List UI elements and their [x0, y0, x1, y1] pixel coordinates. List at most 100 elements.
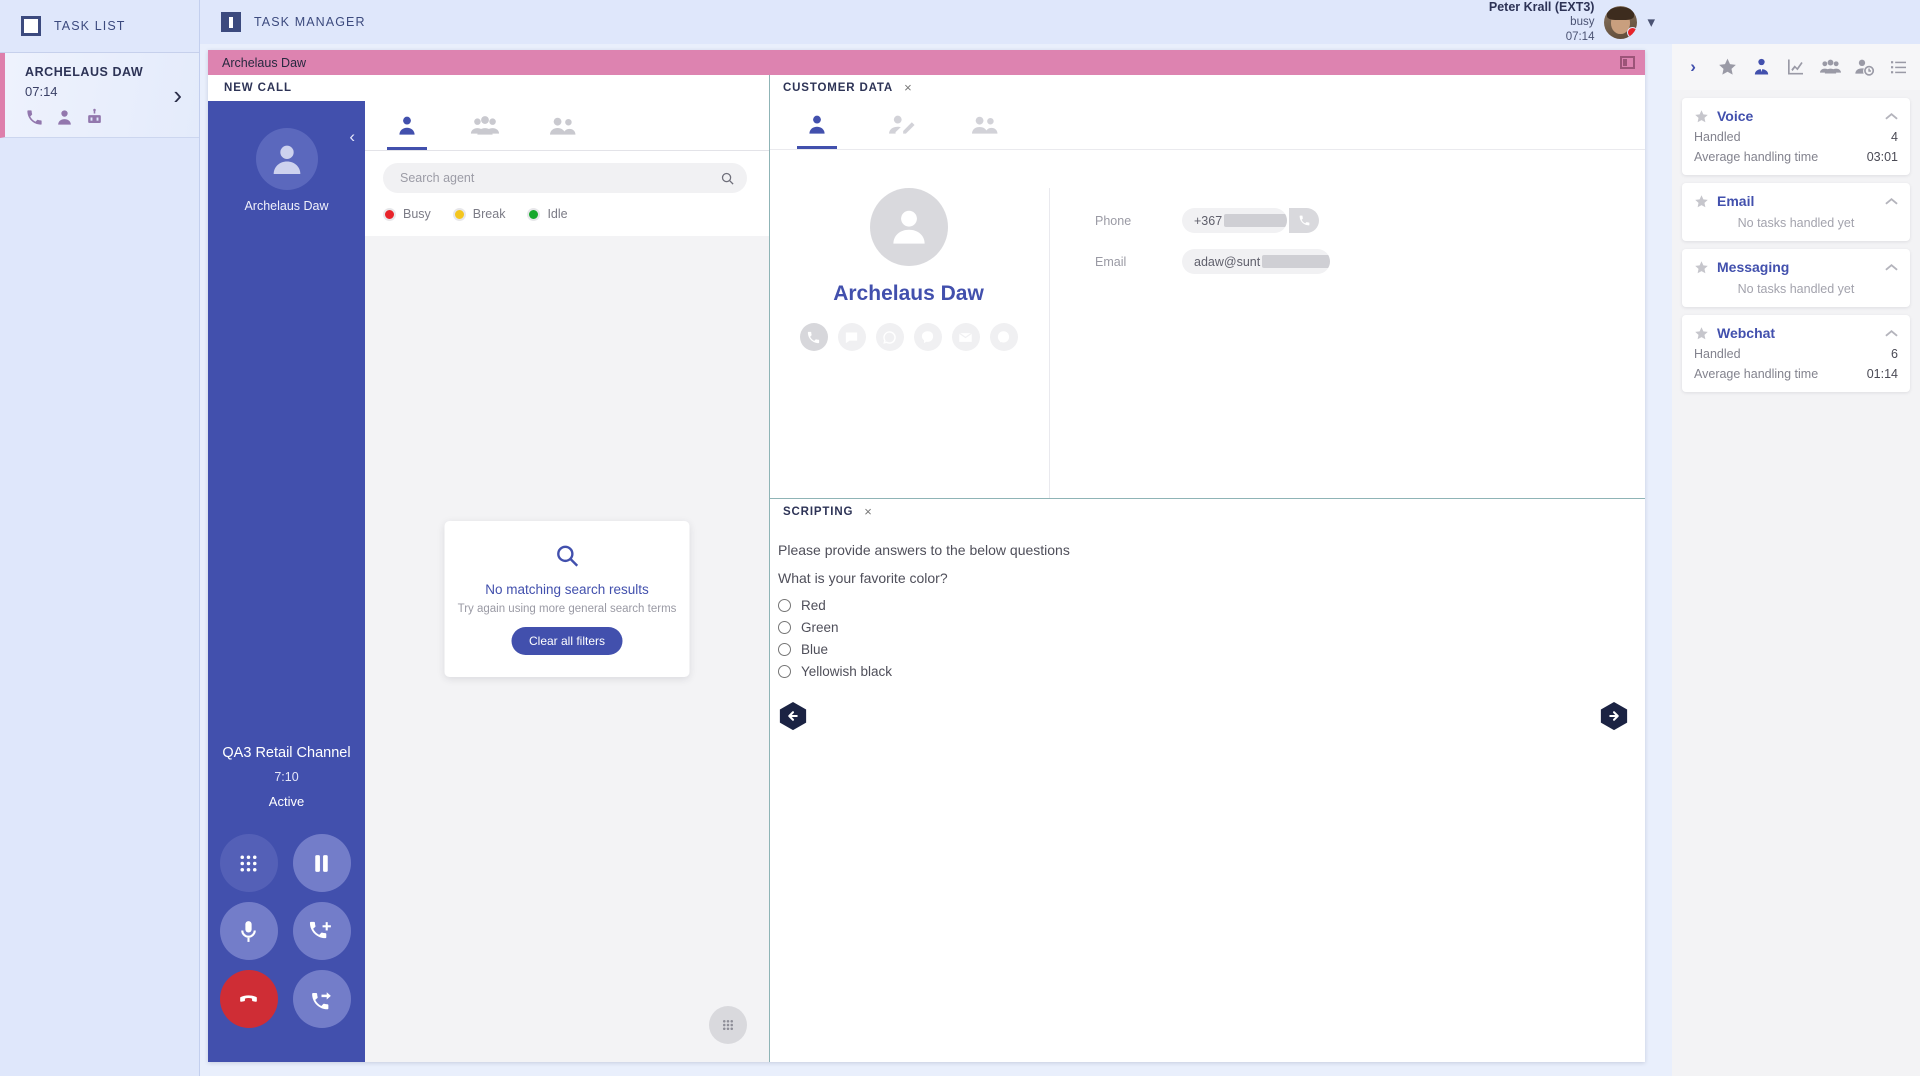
user-name: Peter Krall (EXT3): [1488, 0, 1595, 14]
empty-results-card: No matching search results Try again usi…: [444, 521, 690, 678]
call-timer: 7:10: [274, 770, 299, 784]
tab-teams[interactable]: [461, 101, 509, 150]
scripting-block: SCRIPTING × Please provide answers to th…: [770, 499, 1645, 1062]
tab-performance[interactable]: [1779, 44, 1813, 90]
aht-label: Average handling time: [1694, 150, 1819, 164]
handled-label: Handled: [1694, 347, 1741, 361]
task-item-expand-chevron-icon[interactable]: ›: [173, 82, 182, 108]
tab-customer-profile[interactable]: [795, 100, 839, 149]
stat-card-header: Voice: [1694, 108, 1898, 124]
radio-blue[interactable]: [778, 643, 791, 656]
email-channel-button[interactable]: [951, 323, 980, 351]
script-option-yellowish-black[interactable]: Yellowish black: [778, 664, 1645, 679]
script-option-blue[interactable]: Blue: [778, 642, 1645, 657]
star-icon[interactable]: [1694, 260, 1709, 275]
clear-all-filters-button[interactable]: Clear all filters: [511, 627, 623, 656]
call-phone-button[interactable]: [1289, 208, 1319, 233]
search-icon: [721, 172, 734, 185]
user-timer: 07:14: [1565, 30, 1595, 43]
more-options-button[interactable]: [709, 1006, 747, 1044]
chevron-up-icon[interactable]: [1885, 112, 1898, 121]
person-filled-icon: [809, 115, 825, 134]
script-question: What is your favorite color?: [778, 570, 948, 586]
task-list-item-archelaus-daw[interactable]: ARCHELAUS DAW 07:14 ›: [0, 53, 199, 138]
transfer-button[interactable]: [292, 970, 351, 1028]
call-info: QA3 Retail Channel 7:10 Active: [208, 745, 365, 809]
close-icon[interactable]: ×: [904, 80, 912, 95]
chevron-up-icon[interactable]: [1885, 263, 1898, 272]
stat-card-voice: Voice Handled 4 Average handling time 03…: [1682, 98, 1910, 175]
hangup-button[interactable]: [219, 970, 278, 1028]
dialpad-button[interactable]: [219, 834, 278, 892]
tab-my-stats[interactable]: [1745, 44, 1779, 90]
empty-title: No matching search results: [485, 582, 649, 598]
radio-yellowish-black[interactable]: [778, 665, 791, 678]
stat-empty-label: No tasks handled yet: [1737, 282, 1855, 296]
script-option-green[interactable]: Green: [778, 620, 1645, 635]
task-list-title: TASK LIST: [54, 19, 126, 33]
chevron-up-icon[interactable]: [1885, 329, 1898, 338]
tab-customer-related[interactable]: [963, 100, 1007, 149]
search-input[interactable]: [400, 171, 720, 185]
task-panel-titlebar: Archelaus Daw: [208, 50, 1645, 75]
customer-avatar: [869, 188, 948, 266]
hold-button[interactable]: [292, 834, 351, 892]
radio-red[interactable]: [778, 599, 791, 612]
script-next-button[interactable]: [1599, 701, 1629, 731]
avatar[interactable]: [1604, 5, 1638, 39]
stat-handled-row: Handled 4: [1694, 130, 1898, 144]
chat-channel-button[interactable]: [837, 323, 866, 351]
status-badge: [1627, 26, 1638, 38]
sidebar-top-spacer: [1672, 0, 1920, 44]
star-icon[interactable]: [1694, 109, 1709, 124]
customer-body: Archelaus Daw Phone +367 Email adaw@sunt: [770, 150, 1645, 498]
collapse-chevron-icon[interactable]: ‹: [349, 127, 355, 147]
star-icon[interactable]: [1694, 326, 1709, 341]
customer-data-block: CUSTOMER DATA × Archelaus Daw Phone +367…: [770, 75, 1645, 499]
star-icon[interactable]: [1694, 194, 1709, 209]
sidebar-expand-button[interactable]: ›: [1676, 44, 1710, 90]
arrow-left-hexagon-icon: [779, 701, 807, 731]
customer-tabs: [770, 100, 1645, 150]
two-people-icon: [550, 117, 576, 135]
person-edit-icon: [889, 115, 915, 134]
script-option-red[interactable]: Red: [778, 598, 1645, 613]
two-people-icon: [972, 116, 998, 134]
dialpad-icon: [240, 854, 257, 872]
work-area: Archelaus Daw NEW CALL ‹ Archelaus Daw Q…: [200, 44, 1672, 1076]
whatsapp-channel-button[interactable]: [875, 323, 904, 351]
new-call-label: NEW CALL: [208, 75, 769, 101]
chevron-up-icon[interactable]: [1885, 197, 1898, 206]
legend-item-busy: Busy: [383, 207, 431, 221]
tab-agent-history[interactable]: [1847, 44, 1881, 90]
group-icon: [1819, 59, 1841, 74]
add-call-button[interactable]: [292, 902, 351, 960]
chevron-down-icon[interactable]: ▾: [1647, 13, 1655, 31]
tab-favorites[interactable]: [1710, 44, 1744, 90]
option-label: Red: [801, 598, 826, 613]
call-channel-button[interactable]: [799, 323, 828, 351]
script-previous-button[interactable]: [778, 701, 808, 731]
tab-customer-edit[interactable]: [879, 100, 923, 149]
messenger-channel-button[interactable]: [989, 323, 1018, 351]
agent-results: No matching search results Try again usi…: [365, 236, 769, 1062]
status-legend: Busy Break Idle: [365, 193, 769, 236]
stat-aht-row: Average handling time 03:01: [1694, 150, 1898, 164]
stats-list: Voice Handled 4 Average handling time 03…: [1672, 90, 1920, 392]
tab-activity-list[interactable]: [1882, 44, 1916, 90]
layout-toggle-icon[interactable]: [1620, 56, 1635, 69]
email-value: adaw@sunt: [1182, 249, 1330, 274]
radio-green[interactable]: [778, 621, 791, 634]
phone-icon: [807, 331, 820, 343]
scripting-tab[interactable]: SCRIPTING ×: [770, 499, 1645, 524]
user-box[interactable]: Peter Krall (EXT3) busy 07:14 ▾: [1489, 0, 1655, 44]
tab-agents[interactable]: [383, 101, 431, 150]
mute-button[interactable]: [219, 902, 278, 960]
customer-data-tab[interactable]: CUSTOMER DATA ×: [770, 75, 1645, 100]
close-icon[interactable]: ×: [864, 504, 872, 519]
tab-queues[interactable]: [539, 101, 587, 150]
search-box[interactable]: [383, 163, 747, 193]
viber-channel-button[interactable]: [913, 323, 942, 351]
left-pane-body: ‹ Archelaus Daw QA3 Retail Channel 7:10 …: [208, 101, 769, 1062]
tab-teams[interactable]: [1813, 44, 1847, 90]
